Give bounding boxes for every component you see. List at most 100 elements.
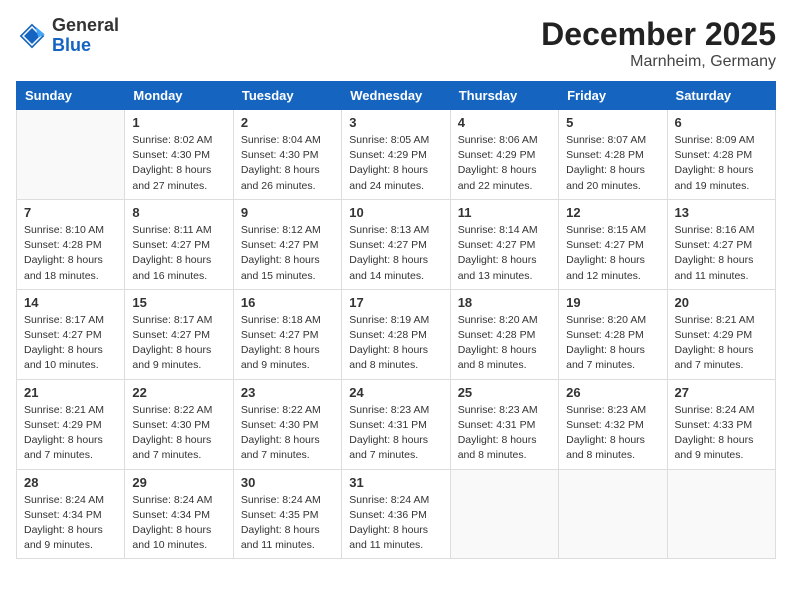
day-info: Sunrise: 8:17 AM Sunset: 4:27 PM Dayligh…: [24, 313, 117, 374]
calendar-cell: 5 Sunrise: 8:07 AM Sunset: 4:28 PM Daylig…: [559, 110, 667, 200]
calendar-cell: 15Sunrise: 8:17 AM Sunset: 4:27 PM Dayli…: [125, 289, 233, 379]
day-number: 15: [132, 295, 225, 310]
calendar-header-row: SundayMondayTuesdayWednesdayThursdayFrid…: [17, 82, 776, 110]
column-header-saturday: Saturday: [667, 82, 775, 110]
day-number: 5: [566, 115, 659, 130]
day-number: 26: [566, 385, 659, 400]
calendar-cell: 14 Sunrise: 8:17 AM Sunset: 4:27 PM Dayli…: [17, 289, 125, 379]
day-number: 9: [241, 205, 334, 220]
day-info: Sunrise: 8:11 AM Sunset: 4:27 PM Dayligh…: [132, 223, 225, 284]
day-info: Sunrise: 8:24 AM Sunset: 4:35 PM Dayligh…: [241, 493, 334, 554]
calendar-cell: 30Sunrise: 8:24 AM Sunset: 4:35 PM Dayli…: [233, 469, 341, 559]
day-number: 12: [566, 205, 659, 220]
day-number: 13: [675, 205, 768, 220]
day-info: Sunrise: 8:13 AM Sunset: 4:27 PM Dayligh…: [349, 223, 442, 284]
day-number: 23: [241, 385, 334, 400]
day-info: Sunrise: 8:24 AM Sunset: 4:36 PM Dayligh…: [349, 493, 442, 554]
day-info: Sunrise: 8:22 AM Sunset: 4:30 PM Dayligh…: [241, 403, 334, 464]
calendar-cell: [17, 110, 125, 200]
month-year-title: December 2025: [541, 16, 776, 53]
calendar-cell: 28 Sunrise: 8:24 AM Sunset: 4:34 PM Dayli…: [17, 469, 125, 559]
day-number: 31: [349, 475, 442, 490]
calendar-cell: 12 Sunrise: 8:15 AM Sunset: 4:27 PM Dayli…: [559, 199, 667, 289]
day-info: Sunrise: 8:16 AM Sunset: 4:27 PM Dayligh…: [675, 223, 768, 284]
day-info: Sunrise: 8:18 AM Sunset: 4:27 PM Dayligh…: [241, 313, 334, 374]
day-number: 8: [132, 205, 225, 220]
day-info: Sunrise: 8:15 AM Sunset: 4:27 PM Dayligh…: [566, 223, 659, 284]
day-info: Sunrise: 8:22 AM Sunset: 4:30 PM Dayligh…: [132, 403, 225, 464]
calendar-cell: 21Sunrise: 8:21 AM Sunset: 4:29 PM Dayli…: [17, 379, 125, 469]
calendar-cell: 4 Sunrise: 8:06 AM Sunset: 4:29 PM Daylig…: [450, 110, 558, 200]
calendar-cell: [559, 469, 667, 559]
day-number: 4: [458, 115, 551, 130]
calendar-cell: 3Sunrise: 8:05 AM Sunset: 4:29 PM Daylig…: [342, 110, 450, 200]
calendar-cell: 29Sunrise: 8:24 AM Sunset: 4:34 PM Dayli…: [125, 469, 233, 559]
week-row-5: 28 Sunrise: 8:24 AM Sunset: 4:34 PM Dayli…: [17, 469, 776, 559]
day-info: Sunrise: 8:20 AM Sunset: 4:28 PM Dayligh…: [458, 313, 551, 374]
day-number: 14: [24, 295, 117, 310]
day-number: 17: [349, 295, 442, 310]
day-number: 10: [349, 205, 442, 220]
day-number: 6: [675, 115, 768, 130]
week-row-3: 14 Sunrise: 8:17 AM Sunset: 4:27 PM Dayli…: [17, 289, 776, 379]
day-info: Sunrise: 8:06 AM Sunset: 4:29 PM Dayligh…: [458, 133, 551, 194]
calendar-table: SundayMondayTuesdayWednesdayThursdayFrid…: [16, 81, 776, 559]
day-info: Sunrise: 8:05 AM Sunset: 4:29 PM Dayligh…: [349, 133, 442, 194]
day-info: Sunrise: 8:24 AM Sunset: 4:34 PM Dayligh…: [24, 493, 117, 554]
column-header-sunday: Sunday: [17, 82, 125, 110]
calendar-cell: 24Sunrise: 8:23 AM Sunset: 4:31 PM Dayli…: [342, 379, 450, 469]
calendar-cell: 23 Sunrise: 8:22 AM Sunset: 4:30 PM Dayli…: [233, 379, 341, 469]
day-number: 25: [458, 385, 551, 400]
calendar-cell: 1Sunrise: 8:02 AM Sunset: 4:30 PM Daylig…: [125, 110, 233, 200]
week-row-4: 21Sunrise: 8:21 AM Sunset: 4:29 PM Dayli…: [17, 379, 776, 469]
calendar-cell: 13 Sunrise: 8:16 AM Sunset: 4:27 PM Dayli…: [667, 199, 775, 289]
day-number: 20: [675, 295, 768, 310]
title-block: December 2025 Marnheim, Germany: [541, 16, 776, 71]
logo-general-text: General: [52, 15, 119, 35]
calendar-cell: [450, 469, 558, 559]
day-number: 16: [241, 295, 334, 310]
calendar-cell: 11 Sunrise: 8:14 AM Sunset: 4:27 PM Dayli…: [450, 199, 558, 289]
calendar-cell: 9 Sunrise: 8:12 AM Sunset: 4:27 PM Daylig…: [233, 199, 341, 289]
calendar-cell: 16 Sunrise: 8:18 AM Sunset: 4:27 PM Dayli…: [233, 289, 341, 379]
column-header-thursday: Thursday: [450, 82, 558, 110]
week-row-1: 1Sunrise: 8:02 AM Sunset: 4:30 PM Daylig…: [17, 110, 776, 200]
calendar-cell: 26Sunrise: 8:23 AM Sunset: 4:32 PM Dayli…: [559, 379, 667, 469]
day-number: 29: [132, 475, 225, 490]
day-info: Sunrise: 8:12 AM Sunset: 4:27 PM Dayligh…: [241, 223, 334, 284]
column-header-friday: Friday: [559, 82, 667, 110]
calendar-cell: 31 Sunrise: 8:24 AM Sunset: 4:36 PM Dayli…: [342, 469, 450, 559]
day-number: 19: [566, 295, 659, 310]
week-row-2: 7 Sunrise: 8:10 AM Sunset: 4:28 PM Daylig…: [17, 199, 776, 289]
day-info: Sunrise: 8:09 AM Sunset: 4:28 PM Dayligh…: [675, 133, 768, 194]
calendar-cell: 22 Sunrise: 8:22 AM Sunset: 4:30 PM Dayli…: [125, 379, 233, 469]
day-info: Sunrise: 8:21 AM Sunset: 4:29 PM Dayligh…: [675, 313, 768, 374]
day-info: Sunrise: 8:24 AM Sunset: 4:33 PM Dayligh…: [675, 403, 768, 464]
day-info: Sunrise: 8:04 AM Sunset: 4:30 PM Dayligh…: [241, 133, 334, 194]
day-number: 22: [132, 385, 225, 400]
day-info: Sunrise: 8:20 AM Sunset: 4:28 PM Dayligh…: [566, 313, 659, 374]
logo[interactable]: General Blue: [16, 16, 119, 56]
day-number: 27: [675, 385, 768, 400]
day-info: Sunrise: 8:14 AM Sunset: 4:27 PM Dayligh…: [458, 223, 551, 284]
page-header: General Blue December 2025 Marnheim, Ger…: [16, 16, 776, 71]
day-number: 24: [349, 385, 442, 400]
calendar-cell: 27 Sunrise: 8:24 AM Sunset: 4:33 PM Dayli…: [667, 379, 775, 469]
day-number: 7: [24, 205, 117, 220]
day-number: 11: [458, 205, 551, 220]
calendar-cell: 19 Sunrise: 8:20 AM Sunset: 4:28 PM Dayli…: [559, 289, 667, 379]
day-info: Sunrise: 8:10 AM Sunset: 4:28 PM Dayligh…: [24, 223, 117, 284]
day-number: 28: [24, 475, 117, 490]
calendar-cell: 8 Sunrise: 8:11 AM Sunset: 4:27 PM Daylig…: [125, 199, 233, 289]
calendar-cell: 7 Sunrise: 8:10 AM Sunset: 4:28 PM Daylig…: [17, 199, 125, 289]
calendar-cell: 20 Sunrise: 8:21 AM Sunset: 4:29 PM Dayli…: [667, 289, 775, 379]
day-number: 18: [458, 295, 551, 310]
column-header-monday: Monday: [125, 82, 233, 110]
day-number: 2: [241, 115, 334, 130]
calendar-cell: 17 Sunrise: 8:19 AM Sunset: 4:28 PM Dayli…: [342, 289, 450, 379]
day-info: Sunrise: 8:02 AM Sunset: 4:30 PM Dayligh…: [132, 133, 225, 194]
day-info: Sunrise: 8:19 AM Sunset: 4:28 PM Dayligh…: [349, 313, 442, 374]
day-info: Sunrise: 8:07 AM Sunset: 4:28 PM Dayligh…: [566, 133, 659, 194]
calendar-cell: 10 Sunrise: 8:13 AM Sunset: 4:27 PM Dayli…: [342, 199, 450, 289]
calendar-cell: 18 Sunrise: 8:20 AM Sunset: 4:28 PM Dayli…: [450, 289, 558, 379]
